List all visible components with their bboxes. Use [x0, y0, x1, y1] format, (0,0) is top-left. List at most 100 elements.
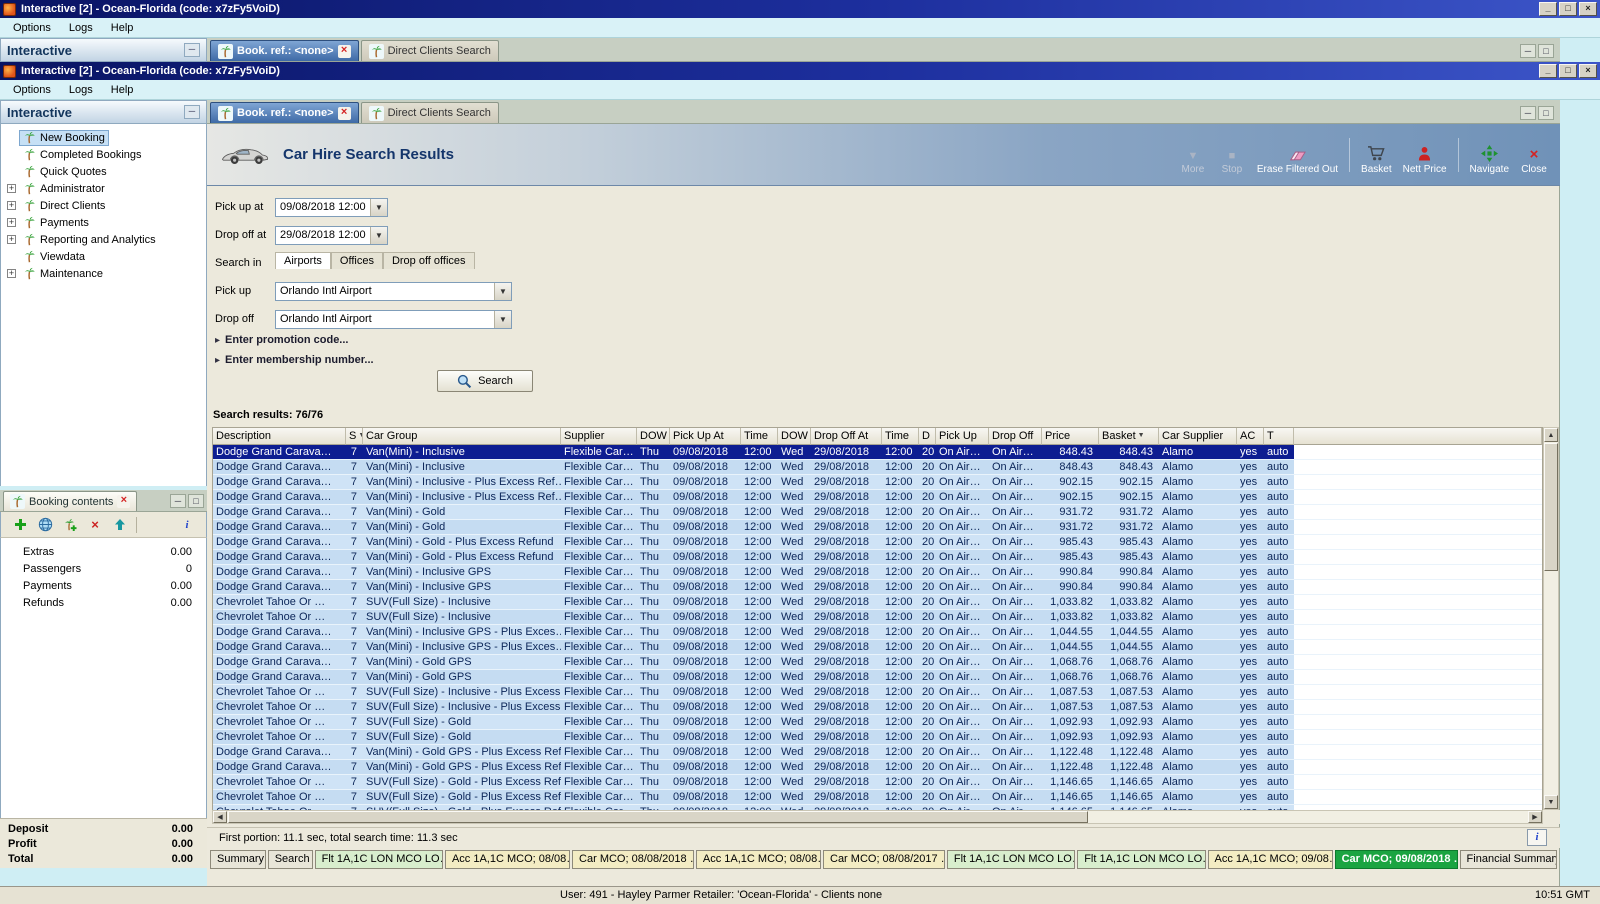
close-icon[interactable]: ×: [1579, 64, 1597, 78]
sidebar-item-new-booking[interactable]: New Booking: [1, 129, 206, 146]
result-row[interactable]: Dodge Grand Carava… 7 Van(Mini) - Inclusiv…: [213, 640, 1542, 655]
column-header-0-description[interactable]: Description: [213, 428, 346, 445]
result-row[interactable]: Dodge Grand Carava… 7 Van(Mini) - Gold GPS…: [213, 670, 1542, 685]
sidebar-item-payments[interactable]: + Payments: [1, 214, 206, 231]
vertical-scrollbar[interactable]: ▲ ▼: [1543, 427, 1559, 810]
tab-close-icon[interactable]: ×: [117, 495, 131, 508]
result-row[interactable]: Dodge Grand Carava… 7 Van(Mini) - Gold GPS…: [213, 745, 1542, 760]
column-header-3-supplier[interactable]: Supplier: [561, 428, 637, 445]
menu-help[interactable]: Help: [102, 19, 143, 37]
panel-minimize-icon[interactable]: ─: [1520, 106, 1536, 120]
column-header-4-dow[interactable]: DOW: [637, 428, 670, 445]
result-row[interactable]: Dodge Grand Carava… 7 Van(Mini) - Gold Flex…: [213, 520, 1542, 535]
result-row[interactable]: Chevrolet Tahoe Or …7SUV(Full Size) - Go…: [213, 730, 1542, 745]
bottom-tab-acc-1a-1c-mco-08-08[interactable]: Acc 1A,1C MCO; 08/08…: [444, 850, 571, 869]
close-icon[interactable]: ×: [1579, 2, 1597, 16]
bottom-tab-search[interactable]: Search: [267, 850, 313, 869]
tab-book-ref-none[interactable]: Book. ref.: <none> ×: [210, 102, 359, 123]
expand-icon[interactable]: +: [7, 218, 16, 227]
tab-direct-clients-search[interactable]: Direct Clients Search: [360, 102, 499, 123]
menu-options[interactable]: Options: [4, 19, 60, 37]
chevron-down-icon[interactable]: ▼: [370, 227, 387, 244]
expand-icon[interactable]: +: [7, 201, 16, 210]
pickup-location-select[interactable]: Orlando Intl Airport ▼: [275, 282, 512, 301]
scroll-right-icon[interactable]: ▶: [1528, 811, 1542, 823]
bottom-tab-acc-1a-1c-mco-08-08[interactable]: Acc 1A,1C MCO; 08/08…: [695, 850, 821, 869]
result-row[interactable]: Chevrolet Tahoe Or …7SUV(Full Size) - Go…: [213, 715, 1542, 730]
column-header-11-pick-up[interactable]: Pick Up: [936, 428, 989, 445]
result-row[interactable]: Chevrolet Tahoe Or … 7 SUV(Full Size) - In…: [213, 700, 1542, 715]
maximize-icon[interactable]: □: [1559, 2, 1577, 16]
panel-minimize-icon[interactable]: ─: [184, 105, 200, 119]
erase-filtered-out-button[interactable]: Erase Filtered Out: [1257, 135, 1338, 175]
result-row[interactable]: Dodge Grand Carava… 7 Van(Mini) - Inclusiv…: [213, 580, 1542, 595]
column-header-8-drop-off-at[interactable]: Drop Off At: [811, 428, 882, 445]
menu-logs[interactable]: Logs: [60, 81, 102, 99]
bottom-tab-flt-1a-1c-lon-mco-lo[interactable]: Flt 1A,1C LON MCO LO…: [946, 850, 1076, 869]
search-globe-button[interactable]: [36, 516, 54, 534]
scroll-down-icon[interactable]: ▼: [1544, 795, 1558, 809]
pickup-at-input[interactable]: 09/08/2018 12:00 ▼: [275, 198, 388, 217]
result-row[interactable]: Dodge Grand Carava… 7 Van(Mini) - Inclusiv…: [213, 490, 1542, 505]
tab-airports[interactable]: Airports: [275, 252, 331, 269]
expand-icon[interactable]: +: [7, 269, 16, 278]
menu-logs[interactable]: Logs: [60, 19, 102, 37]
tab-booking-contents[interactable]: Booking contents ×: [3, 491, 138, 511]
panel-minimize-icon[interactable]: ─: [184, 43, 200, 57]
sidebar-item-administrator[interactable]: + Administrator: [1, 180, 206, 197]
result-row[interactable]: Chevrolet Tahoe Or … 7 SUV(Full Size) - In…: [213, 610, 1542, 625]
sidebar-item-direct-clients[interactable]: + Direct Clients: [1, 197, 206, 214]
expand-icon[interactable]: +: [7, 235, 16, 244]
tab-close-icon[interactable]: ×: [337, 106, 351, 120]
result-row[interactable]: Chevrolet Tahoe Or … 7 SUV(Full Size) - In…: [213, 685, 1542, 700]
result-row[interactable]: Chevrolet Tahoe Or …7SUV(Full Size) - Go…: [213, 775, 1542, 790]
column-header-5-pick-up-at[interactable]: Pick Up At: [670, 428, 741, 445]
dropoff-location-select[interactable]: Orlando Intl Airport ▼: [275, 310, 512, 329]
result-row[interactable]: Dodge Grand Carava… 7 Van(Mini) - Gold GPS…: [213, 760, 1542, 775]
panel-restore-icon[interactable]: □: [188, 494, 204, 508]
membership-number-expander[interactable]: ▸ Enter membership number...: [215, 354, 374, 366]
maximize-icon[interactable]: □: [1559, 64, 1577, 78]
expand-icon[interactable]: +: [7, 184, 16, 193]
column-header-9-time[interactable]: Time: [882, 428, 919, 445]
column-header-13-price[interactable]: Price: [1042, 428, 1099, 445]
tab-book-ref-none[interactable]: Book. ref.: <none> ×: [210, 40, 359, 61]
tab-offices[interactable]: Offices: [330, 252, 383, 269]
panel-restore-icon[interactable]: □: [1538, 44, 1554, 58]
promotion-code-expander[interactable]: ▸ Enter promotion code...: [215, 334, 348, 346]
tab-direct-clients-search[interactable]: Direct Clients Search: [360, 40, 499, 61]
column-header-10-d[interactable]: D: [919, 428, 936, 445]
bottom-tab-car-mco-08-08-2018[interactable]: Car MCO; 08/08/2018 …: [572, 850, 694, 869]
chevron-down-icon[interactable]: ▼: [494, 283, 511, 300]
result-row[interactable]: Dodge Grand Carava… 7 Van(Mini) - Inclusiv…: [213, 445, 1542, 460]
column-header-15-car-supplier[interactable]: Car Supplier: [1159, 428, 1237, 445]
panel-restore-icon[interactable]: □: [1538, 106, 1554, 120]
basket-button[interactable]: Basket: [1361, 135, 1392, 175]
bottom-tab-acc-1a-1c-mco-09-08[interactable]: Acc 1A,1C MCO; 09/08…: [1207, 850, 1333, 869]
column-header-1-s[interactable]: S▼: [346, 428, 363, 445]
result-row[interactable]: Dodge Grand Carava… 7 Van(Mini) - Inclusiv…: [213, 625, 1542, 640]
sidebar-item-viewdata[interactable]: Viewdata: [1, 248, 206, 265]
result-row[interactable]: Dodge Grand Carava… 7 Van(Mini) - Gold GPS…: [213, 655, 1542, 670]
sidebar-item-maintenance[interactable]: + Maintenance: [1, 265, 206, 282]
move-up-button[interactable]: [111, 516, 129, 534]
scrollbar-thumb[interactable]: [228, 811, 1088, 823]
close-button[interactable]: × Close: [1520, 135, 1548, 175]
bottom-tab-summary[interactable]: Summary: [210, 850, 266, 869]
bottom-tab-car-mco-09-08-2018[interactable]: Car MCO; 09/08/2018 …: [1334, 850, 1458, 869]
tab-close-icon[interactable]: ×: [337, 44, 351, 58]
navigate-button[interactable]: Navigate: [1470, 135, 1509, 175]
menu-options[interactable]: Options: [4, 81, 60, 99]
result-row[interactable]: Chevrolet Tahoe Or … 7 SUV(Full Size) - In…: [213, 595, 1542, 610]
add-booking-item-button[interactable]: [61, 516, 79, 534]
panel-minimize-icon[interactable]: ─: [170, 494, 186, 508]
result-row[interactable]: Dodge Grand Carava… 7 Van(Mini) - Gold - P…: [213, 550, 1542, 565]
horizontal-scrollbar[interactable]: ◀ ▶: [212, 810, 1543, 824]
result-row[interactable]: Dodge Grand Carava… 7 Van(Mini) - Inclusiv…: [213, 565, 1542, 580]
delete-button[interactable]: ×: [86, 516, 104, 534]
column-header-16-ac[interactable]: AC: [1237, 428, 1264, 445]
bottom-tab-flt-1a-1c-lon-mco-lo[interactable]: Flt 1A,1C LON MCO LO…: [1077, 850, 1206, 869]
chevron-down-icon[interactable]: ▼: [370, 199, 387, 216]
column-header-14-basket[interactable]: Basket ▼: [1099, 428, 1159, 445]
result-row[interactable]: Chevrolet Tahoe Or …7SUV(Full Size) - Go…: [213, 790, 1542, 805]
